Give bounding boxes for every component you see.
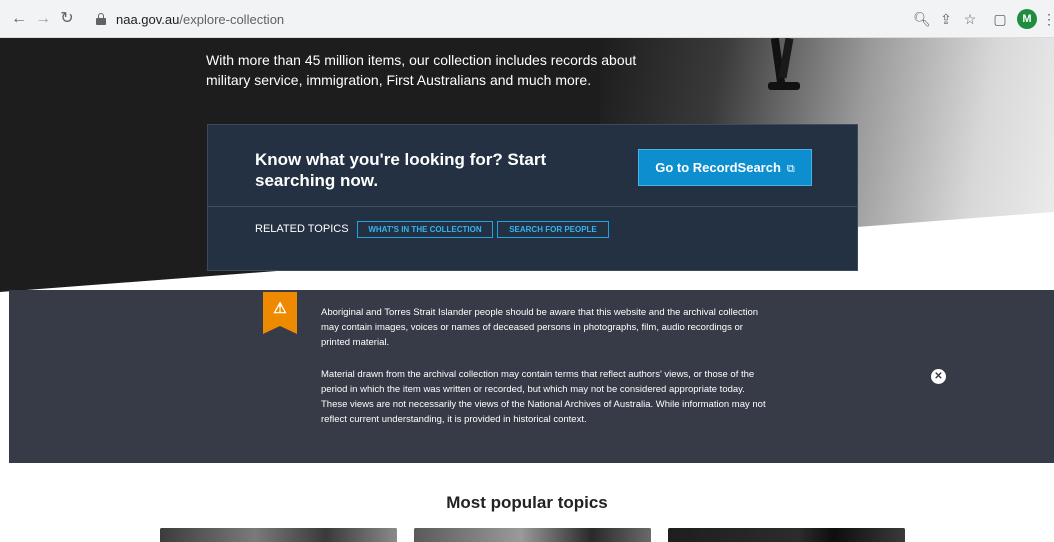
card-heading: Know what you're looking for? Start sear… [255, 150, 547, 190]
share-icon[interactable]: ⇪ [937, 10, 955, 28]
external-link-icon: ⧉ [786, 163, 795, 175]
warning-flag: ⚠ [263, 292, 297, 334]
record-search-card: Know what you're looking for? Start sear… [207, 124, 858, 271]
topic-card[interactable] [668, 528, 905, 542]
reload-icon[interactable]: ↻ [58, 10, 76, 28]
popular-topics-title: Most popular topics [446, 493, 608, 512]
tag-search-for-people[interactable]: SEARCH FOR PEOPLE [497, 221, 609, 238]
forward-icon[interactable]: → [34, 10, 52, 28]
zoom-icon[interactable]: 🔍︎ [913, 10, 931, 28]
tag-whats-in-the-collection[interactable]: WHAT'S IN THE COLLECTION [357, 221, 493, 238]
lock-icon[interactable] [96, 13, 106, 25]
warning-icon: ⚠ [273, 300, 287, 317]
address-bar[interactable]: naa.gov.au/explore-collection [90, 7, 790, 33]
menu-kebab-icon[interactable]: ⋮ [1040, 10, 1054, 28]
topic-card[interactable] [414, 528, 651, 542]
warning-paragraph-1: Aboriginal and Torres Strait Islander pe… [321, 307, 759, 348]
related-topics-label: RELATED TOPICS [255, 223, 349, 235]
bookmark-star-icon[interactable]: ☆ [961, 10, 979, 28]
url-text[interactable]: naa.gov.au/explore-collection [116, 12, 284, 27]
cultural-warning-banner: ⚠ Aboriginal and Torres Strait Islander … [9, 290, 1054, 463]
back-icon[interactable]: ← [10, 10, 28, 28]
side-panel-icon[interactable]: ▢ [991, 10, 1009, 28]
topic-card[interactable] [160, 528, 397, 542]
browser-toolbar: ← → ↻ naa.gov.au/explore-collection 🔍︎ ⇪… [0, 0, 1054, 38]
close-icon[interactable]: ✕ [931, 369, 946, 384]
hero-text: With more than 45 million items, our col… [206, 52, 637, 88]
profile-avatar[interactable]: M [1017, 9, 1037, 29]
warning-paragraph-2: Material drawn from the archival collect… [321, 369, 766, 425]
go-to-recordsearch-button[interactable]: Go to RecordSearch ⧉ [638, 149, 812, 186]
divider [208, 206, 857, 207]
